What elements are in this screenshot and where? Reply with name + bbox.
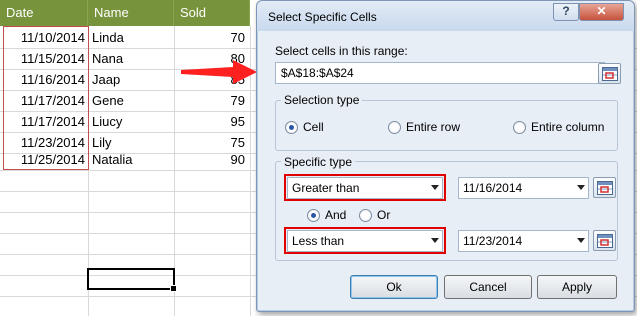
cell-name[interactable]: Liucy — [90, 111, 174, 132]
radio-label: Entire column — [531, 120, 605, 134]
chevron-down-icon — [577, 185, 585, 190]
dialog-title: Select Specific Cells — [268, 10, 377, 24]
cell-date[interactable]: 11/25/2014 — [0, 149, 88, 170]
range-picker-icon — [602, 67, 618, 81]
value2-text: 11/23/2014 — [463, 234, 523, 248]
range-picker-icon — [597, 234, 613, 248]
close-button[interactable]: ✕ — [579, 3, 624, 21]
cell-name[interactable]: Nana — [90, 48, 174, 69]
radio-label: Or — [377, 208, 391, 222]
cell-name[interactable]: Jaap — [90, 69, 174, 90]
ok-button[interactable]: Ok — [350, 275, 438, 299]
radio-dot[interactable] — [388, 120, 401, 134]
help-button[interactable]: ? — [553, 3, 579, 21]
radio-or[interactable]: Or — [359, 208, 390, 222]
value1-text: 11/16/2014 — [463, 181, 523, 195]
dialog-titlebar[interactable]: Select Specific Cells ? ✕ — [257, 1, 634, 31]
radio-entire-row[interactable]: Entire row — [388, 120, 460, 134]
operator2-select[interactable]: Less than — [287, 230, 443, 252]
radio-and[interactable]: And — [307, 208, 346, 222]
chevron-down-icon — [577, 238, 585, 243]
range-picker-button[interactable] — [598, 63, 621, 84]
operator1-value: Greater than — [292, 181, 360, 195]
header-date[interactable]: Date — [0, 0, 88, 26]
radio-dot[interactable] — [285, 120, 298, 134]
chevron-down-icon — [431, 185, 439, 190]
radio-dot[interactable] — [513, 120, 526, 134]
cell-sold[interactable]: 90 — [175, 149, 248, 170]
cell-date[interactable]: 11/16/2014 — [0, 69, 88, 90]
cell-date[interactable]: 11/17/2014 — [0, 111, 88, 132]
cell-name[interactable]: Linda — [90, 27, 174, 48]
red-arrow-icon — [181, 60, 257, 84]
chevron-down-icon — [431, 238, 439, 243]
specific-type-title: Specific type — [281, 155, 356, 169]
selection-type-title: Selection type — [281, 93, 363, 107]
cell-date[interactable]: 11/17/2014 — [0, 90, 88, 111]
operator1-select[interactable]: Greater than — [287, 177, 443, 199]
radio-dot[interactable] — [307, 208, 320, 222]
cell-name[interactable]: Gene — [90, 90, 174, 111]
range-picker-icon — [597, 181, 613, 195]
radio-dot[interactable] — [359, 208, 372, 222]
value1-select[interactable]: 11/16/2014 — [458, 177, 589, 199]
cell-date[interactable]: 11/10/2014 — [0, 27, 88, 48]
cell-name[interactable]: Natalia — [90, 149, 174, 170]
value1-picker-button[interactable] — [593, 177, 616, 198]
range-input[interactable]: $A$18:$A$24 — [275, 62, 605, 84]
apply-button[interactable]: Apply — [537, 275, 617, 299]
active-cell[interactable] — [87, 268, 177, 292]
radio-label: Cell — [303, 120, 324, 134]
value2-picker-button[interactable] — [593, 230, 616, 251]
cell-sold[interactable]: 95 — [175, 111, 248, 132]
radio-label: Entire row — [406, 120, 461, 134]
header-sold[interactable]: Sold — [174, 0, 250, 26]
header-name[interactable]: Name — [88, 0, 174, 26]
cell-sold[interactable]: 70 — [175, 27, 248, 48]
cancel-button[interactable]: Cancel — [444, 275, 532, 299]
radio-label: And — [325, 208, 347, 222]
radio-cell[interactable]: Cell — [285, 120, 324, 134]
range-label: Select cells in this range: — [275, 44, 408, 58]
cell-sold[interactable]: 79 — [175, 90, 248, 111]
select-specific-cells-dialog: Select Specific Cells ? ✕ Select cells i… — [256, 0, 635, 312]
value2-select[interactable]: 11/23/2014 — [458, 230, 589, 252]
operator2-value: Less than — [292, 234, 345, 248]
cell-date[interactable]: 11/15/2014 — [0, 48, 88, 69]
radio-entire-column[interactable]: Entire column — [513, 120, 604, 134]
